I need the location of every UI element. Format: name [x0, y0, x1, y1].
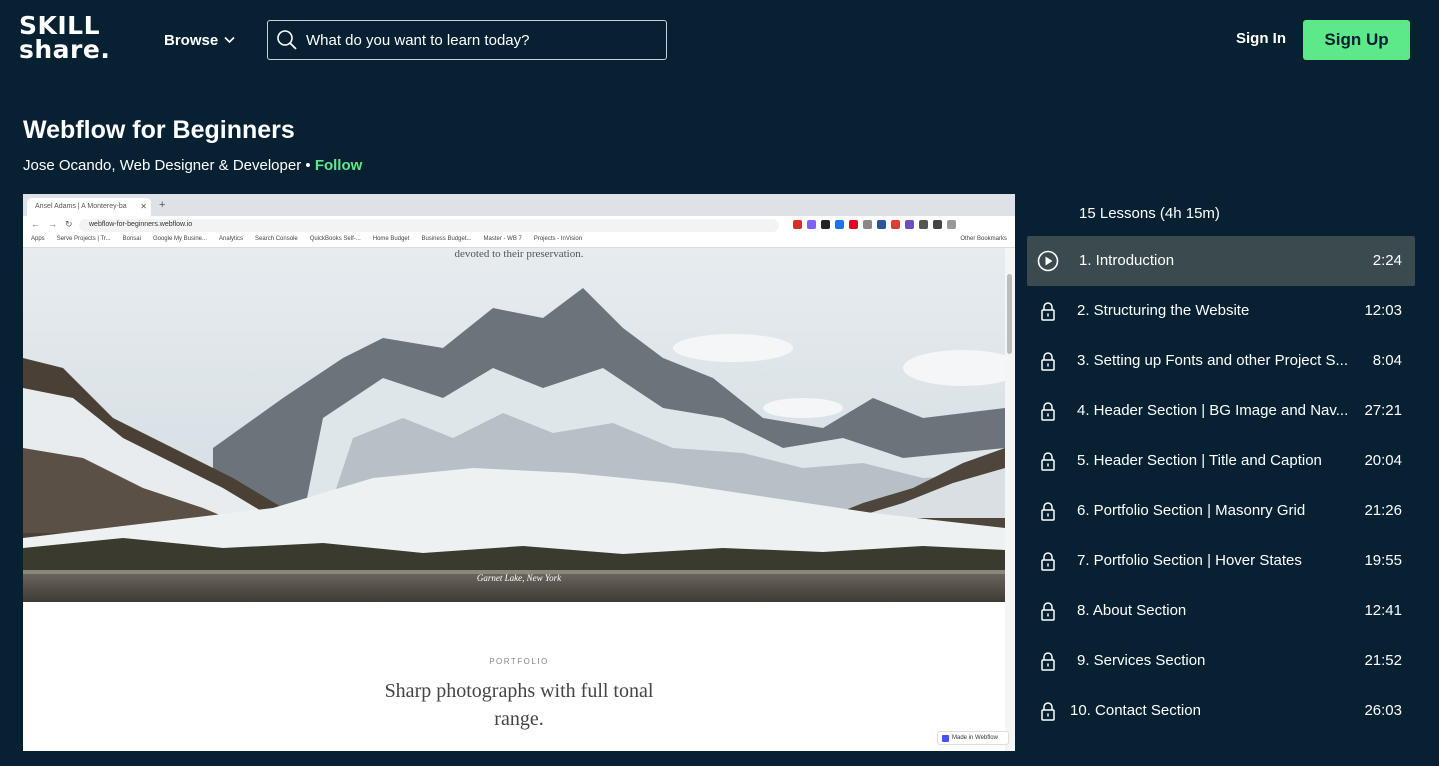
video-player[interactable]: Ansel Adams | A Monterey-ba ✕ + ←→↻ webf…: [23, 194, 1015, 751]
lesson-item-2[interactable]: 2. Structuring the Website 12:03: [1027, 286, 1415, 336]
play-icon: [1037, 250, 1059, 272]
bookmark-item: Analytics: [219, 236, 244, 242]
bookmark-item: Search Console: [255, 236, 298, 242]
lock-icon: [1041, 402, 1055, 421]
browser-scrollbar-thumb: [1007, 274, 1012, 354]
lesson-item-5[interactable]: 5. Header Section | Title and Caption 20…: [1027, 436, 1415, 486]
lesson-duration: 8:04: [1372, 352, 1402, 369]
lesson-title: 5. Header Section | Title and Caption: [1077, 452, 1322, 469]
lock-icon: [1041, 652, 1055, 671]
lesson-title: 3. Setting up Fonts and other Project S.…: [1077, 352, 1348, 369]
lesson-title: 8. About Section: [1077, 602, 1187, 619]
sign-up-button[interactable]: Sign Up: [1303, 20, 1410, 60]
lock-icon: [1041, 602, 1055, 621]
lesson-item-3[interactable]: 3. Setting up Fonts and other Project S.…: [1027, 336, 1415, 386]
lesson-duration: 21:26: [1364, 502, 1402, 519]
lesson-title: 10. Contact Section: [1070, 702, 1201, 719]
browser-tab-strip: Ansel Adams | A Monterey-ba ✕ +: [23, 194, 1015, 216]
instructor-name[interactable]: Jose Ocando, Web Designer & Developer: [23, 157, 301, 174]
chevron-down-icon: [224, 36, 235, 44]
search-icon: [277, 30, 297, 50]
lock-icon: [1041, 302, 1055, 321]
lesson-title: 6. Portfolio Section | Masonry Grid: [1077, 502, 1306, 519]
bookmark-item: Apps: [31, 236, 45, 242]
browse-label: Browse: [164, 31, 219, 49]
lesson-item-6[interactable]: 6. Portfolio Section | Masonry Grid 21:2…: [1027, 486, 1415, 536]
bookmark-item: Bonsai: [122, 236, 141, 242]
browser-tab: Ansel Adams | A Monterey-ba ✕: [27, 198, 151, 216]
webflow-icon: [942, 734, 949, 742]
search-bar[interactable]: [267, 20, 667, 60]
lesson-item-8[interactable]: 8. About Section 12:41: [1027, 586, 1415, 636]
browser-nav-icons: ←→↻: [31, 219, 81, 229]
lesson-duration: 12:41: [1364, 602, 1402, 619]
skillshare-logo[interactable]: SKILL share.: [19, 13, 127, 66]
bookmark-item: Google My Busine...: [152, 236, 207, 242]
bookmark-item: QuickBooks Self-...: [309, 236, 361, 242]
course-title: Webflow for Beginners: [23, 116, 295, 144]
lock-icon: [1041, 502, 1055, 521]
lesson-duration: 12:03: [1364, 302, 1402, 319]
browser-address-bar: ←→↻ webflow-for-beginners.webflow.io: [23, 216, 1015, 234]
bookmark-item: Business Budget...: [421, 236, 472, 242]
bookmark-item: Projects - InVision: [533, 236, 583, 242]
lock-icon: [1041, 552, 1055, 571]
byline-separator: •: [305, 157, 311, 174]
badge-label: Made in Webflow: [952, 735, 998, 741]
bookmark-item: Master - WB 7: [483, 236, 522, 242]
portfolio-section-heading: Sharp photographs with full tonal range.: [384, 680, 654, 730]
lessons-count: 15 Lessons (4h 15m): [1079, 205, 1220, 222]
lock-icon: [1041, 452, 1055, 471]
browser-extension-icons: [793, 220, 956, 229]
made-in-webflow-badge: Made in Webflow: [937, 731, 1009, 745]
browse-menu-button[interactable]: Browse: [164, 30, 235, 50]
follow-button[interactable]: Follow: [315, 157, 363, 174]
close-icon: ✕: [140, 202, 147, 211]
top-navigation-bar: SKILL share. Browse Sign In Sign Up: [0, 0, 1439, 80]
lesson-duration: 19:55: [1364, 552, 1402, 569]
lesson-title: 1. Introduction: [1079, 252, 1175, 269]
photo-caption: Garnet Lake, New York: [476, 573, 562, 583]
lock-icon: [1041, 702, 1055, 721]
browser-tab-title: Ansel Adams | A Monterey-ba: [35, 203, 127, 210]
sign-in-link[interactable]: Sign In: [1236, 30, 1286, 47]
mountain-landscape-image: [23, 248, 1005, 602]
browser-url: webflow-for-beginners.webflow.io: [79, 219, 779, 232]
lesson-duration: 21:52: [1364, 652, 1402, 669]
lesson-title: 4. Header Section | BG Image and Nav...: [1077, 402, 1349, 419]
new-tab-icon: +: [159, 199, 166, 211]
other-bookmarks: Other Bookmarks: [960, 236, 1007, 242]
course-byline: Jose Ocando, Web Designer & Developer • …: [23, 157, 362, 174]
lesson-item-1[interactable]: 1. Introduction 2:24: [1027, 236, 1415, 286]
logo-line-2: share.: [19, 35, 111, 64]
search-input[interactable]: [306, 31, 646, 49]
lesson-title: 7. Portfolio Section | Hover States: [1077, 552, 1302, 569]
lesson-item-9[interactable]: 9. Services Section 21:52: [1027, 636, 1415, 686]
lesson-duration: 26:03: [1364, 702, 1402, 719]
lesson-title: 2. Structuring the Website: [1077, 302, 1250, 319]
lesson-item-4[interactable]: 4. Header Section | BG Image and Nav... …: [1027, 386, 1415, 436]
bookmark-item: Serve Projects | Tr...: [56, 236, 111, 242]
lesson-duration: 20:04: [1364, 452, 1402, 469]
lesson-duration: 27:21: [1364, 402, 1402, 419]
browser-bookmarks-bar: Apps Serve Projects | Tr... Bonsai Googl…: [23, 234, 1015, 248]
portfolio-section-label: PORTFOLIO: [489, 657, 549, 666]
lesson-duration: 2:24: [1372, 252, 1402, 269]
lesson-item-7[interactable]: 7. Portfolio Section | Hover States 19:5…: [1027, 536, 1415, 586]
bookmark-item: Home Budget: [372, 236, 410, 242]
lock-icon: [1041, 352, 1055, 371]
lesson-item-10[interactable]: 10. Contact Section 26:03: [1027, 686, 1415, 736]
hero-top-caption: devoted to their preservation.: [454, 248, 584, 260]
lesson-title: 9. Services Section: [1077, 652, 1206, 669]
